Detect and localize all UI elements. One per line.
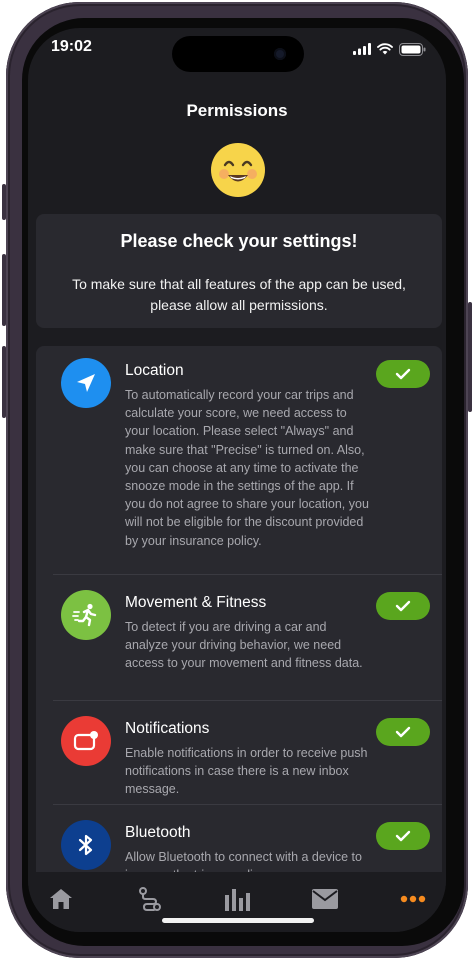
notifications-granted-toggle[interactable] xyxy=(376,718,430,746)
permission-description: Enable notifications in order to receive… xyxy=(125,746,368,797)
permission-title: Movement & Fitness xyxy=(125,594,267,611)
bluetooth-granted-toggle[interactable] xyxy=(376,822,430,850)
smiling-face-icon xyxy=(211,143,265,197)
tab-statistics[interactable] xyxy=(222,884,252,914)
checkmark-icon xyxy=(395,368,411,380)
tab-bar xyxy=(28,872,446,932)
running-person-icon xyxy=(61,590,111,640)
intro-title: Please check your settings! xyxy=(120,231,358,251)
location-arrow-icon xyxy=(61,358,111,408)
notification-badge-icon xyxy=(61,716,111,766)
status-icons xyxy=(353,42,426,56)
statistics-icon xyxy=(225,889,250,911)
status-time: 19:02 xyxy=(51,38,92,55)
home-icon xyxy=(50,889,72,909)
permissions-list: Location To automatically record your ca… xyxy=(36,346,442,886)
action-button xyxy=(2,184,6,220)
permission-title: Location xyxy=(125,362,184,379)
checkmark-icon xyxy=(395,726,411,738)
permission-description: To automatically record your car trips a… xyxy=(125,388,369,548)
status-bar: 19:02 xyxy=(28,28,446,78)
divider xyxy=(53,574,442,575)
mail-icon xyxy=(312,889,338,909)
intro-text: To make sure that all features of the ap… xyxy=(72,276,406,313)
volume-down-button xyxy=(2,346,6,418)
signal-icon xyxy=(353,43,371,55)
permission-description: To detect if you are driving a car and a… xyxy=(125,620,363,671)
tab-trips[interactable] xyxy=(135,884,165,914)
home-indicator[interactable] xyxy=(162,918,314,923)
location-granted-toggle[interactable] xyxy=(376,360,430,388)
divider xyxy=(53,804,442,805)
battery-icon xyxy=(399,42,426,56)
tab-home[interactable] xyxy=(46,884,76,914)
permission-title: Bluetooth xyxy=(125,824,191,841)
bluetooth-icon xyxy=(61,820,111,870)
camera-icon xyxy=(274,48,286,60)
settings-check-card: Please check your settings! To make sure… xyxy=(36,214,442,328)
app-screen: 19:02 Permissions Please check your sett… xyxy=(28,28,446,932)
tab-inbox[interactable] xyxy=(310,884,340,914)
divider xyxy=(53,700,442,701)
tab-more[interactable] xyxy=(398,884,428,914)
dynamic-island xyxy=(172,36,304,72)
volume-up-button xyxy=(2,254,6,326)
movement-granted-toggle[interactable] xyxy=(376,592,430,620)
page-title: Permissions xyxy=(186,101,288,120)
wifi-icon xyxy=(377,43,393,55)
power-button xyxy=(468,302,472,412)
more-icon xyxy=(400,895,426,903)
checkmark-icon xyxy=(395,830,411,842)
checkmark-icon xyxy=(395,600,411,612)
route-icon xyxy=(139,887,161,911)
permission-title: Notifications xyxy=(125,720,210,737)
